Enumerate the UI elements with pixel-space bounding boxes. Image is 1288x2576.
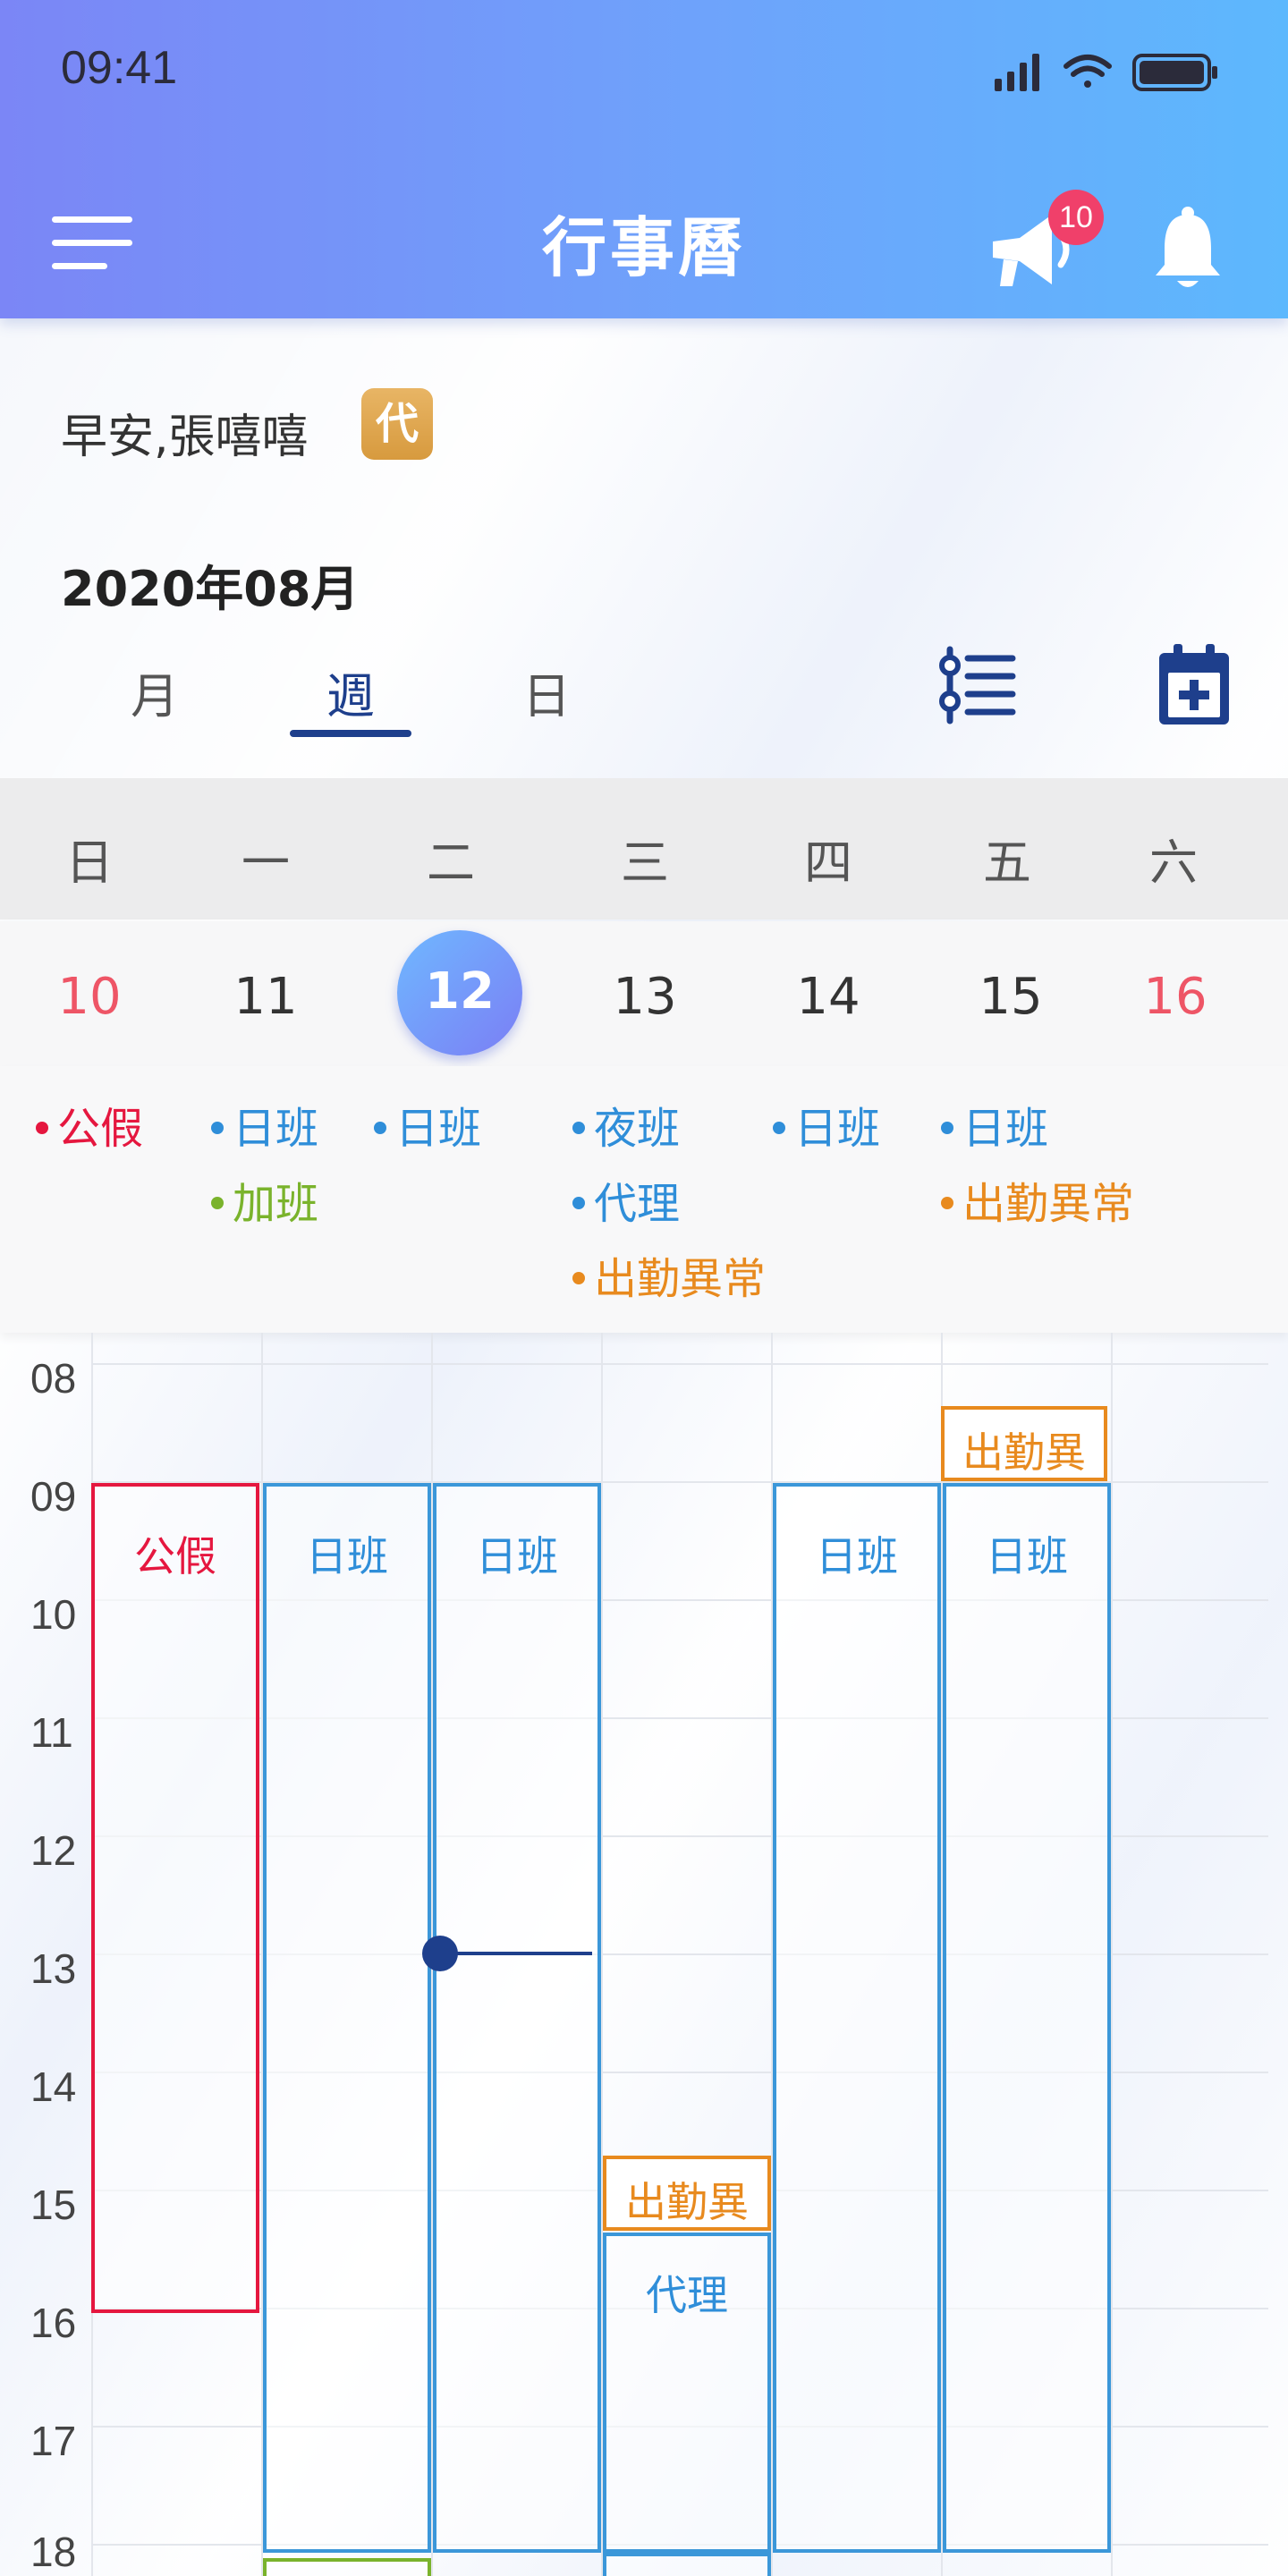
event-block-label: 出勤異 [625, 2178, 749, 2226]
tab-day[interactable]: 日 [522, 657, 571, 727]
date-cell[interactable]: 10 [36, 968, 143, 1026]
weekday-tue: 二 [427, 835, 475, 891]
event-block-label: 日班 [476, 1532, 558, 1580]
event-block-label: 日班 [306, 1532, 388, 1580]
date-cell[interactable]: 14 [775, 968, 882, 1026]
battery-icon [1132, 54, 1217, 91]
event-tag[interactable]: 日班 [941, 1093, 1048, 1156]
event-block-anomaly[interactable]: 出勤異 [603, 2156, 771, 2231]
event-block-shift[interactable]: 日班 [433, 1483, 601, 2553]
hour-label: 10 [30, 1591, 77, 1638]
proxy-badge: 代 [361, 388, 433, 460]
date-cell[interactable]: 16 [1122, 968, 1229, 1026]
event-block-shift[interactable]: 日班 [263, 1483, 431, 2553]
hour-label: 08 [30, 1355, 77, 1402]
current-time-line [438, 1952, 592, 1955]
announcement-badge: 10 [1048, 190, 1104, 245]
status-time: 09:41 [61, 42, 178, 94]
event-block-overtime[interactable] [263, 2558, 431, 2576]
signal-icon [995, 54, 1039, 91]
weekday-thu: 四 [804, 835, 852, 891]
hour-label: 15 [30, 2182, 77, 2228]
event-block-label: 公假 [134, 1532, 216, 1580]
event-tag[interactable]: 日班 [211, 1093, 318, 1156]
event-tag[interactable]: 日班 [773, 1093, 880, 1156]
weekday-mon: 一 [242, 835, 290, 891]
event-tag[interactable]: 加班 [211, 1168, 318, 1231]
hour-label: 18 [30, 2529, 77, 2575]
calendar-add-icon[interactable] [1157, 644, 1231, 726]
event-tag[interactable]: 日班 [374, 1093, 481, 1156]
date-cell[interactable]: 11 [212, 968, 319, 1026]
event-block-holiday[interactable]: 公假 [91, 1483, 259, 2313]
event-tag[interactable]: 出勤異常 [572, 1243, 766, 1306]
hour-label: 11 [30, 1709, 73, 1756]
weekday-fri: 五 [983, 835, 1031, 891]
tab-month[interactable]: 月 [131, 657, 179, 727]
bell-icon[interactable] [1152, 206, 1224, 292]
current-time-dot [422, 1936, 458, 1971]
event-block-shift[interactable]: 日班 [773, 1483, 941, 2553]
hour-label: 16 [30, 2300, 77, 2346]
app-header: 09:41 行事曆 10 [0, 0, 1288, 318]
hour-label: 13 [30, 1945, 77, 1992]
hour-label: 17 [30, 2418, 77, 2464]
date-cell-today[interactable]: 12 [406, 962, 513, 1021]
event-tag[interactable]: 公假 [36, 1093, 143, 1156]
hour-label: 12 [30, 1827, 77, 1874]
grid-hour-line [91, 1363, 1268, 1365]
weekday-sat: 六 [1149, 835, 1198, 891]
event-block-proxy[interactable]: 代理 [603, 2233, 771, 2553]
event-block-label: 代理 [646, 2271, 728, 2319]
event-block-label: 日班 [986, 1532, 1068, 1580]
hour-label: 14 [30, 2063, 77, 2110]
date-cell[interactable]: 15 [957, 968, 1064, 1026]
status-icons [995, 54, 1217, 91]
tab-week[interactable]: 週 [326, 657, 375, 727]
event-block-shift[interactable]: 日班 [943, 1483, 1111, 2553]
event-tag[interactable]: 出勤異常 [941, 1168, 1134, 1231]
date-cell[interactable]: 13 [591, 968, 699, 1026]
weekday-wed: 三 [621, 835, 669, 891]
event-tag[interactable]: 代理 [572, 1168, 680, 1231]
weekday-sun: 日 [65, 835, 114, 891]
wifi-icon [1063, 55, 1112, 88]
greeting-text: 早安,張嘻嘻 [61, 411, 309, 464]
event-block-label: 出勤異 [962, 1428, 1086, 1477]
hour-label: 09 [30, 1473, 77, 1520]
active-tab-indicator [290, 730, 411, 737]
event-block-continuation[interactable] [603, 2553, 771, 2576]
event-tag[interactable]: 夜班 [572, 1093, 680, 1156]
event-block-anomaly[interactable]: 出勤異 [941, 1406, 1107, 1481]
list-filter-icon[interactable] [937, 646, 1018, 724]
event-block-label: 日班 [816, 1532, 898, 1580]
month-title: 2020年08月 [61, 561, 360, 617]
